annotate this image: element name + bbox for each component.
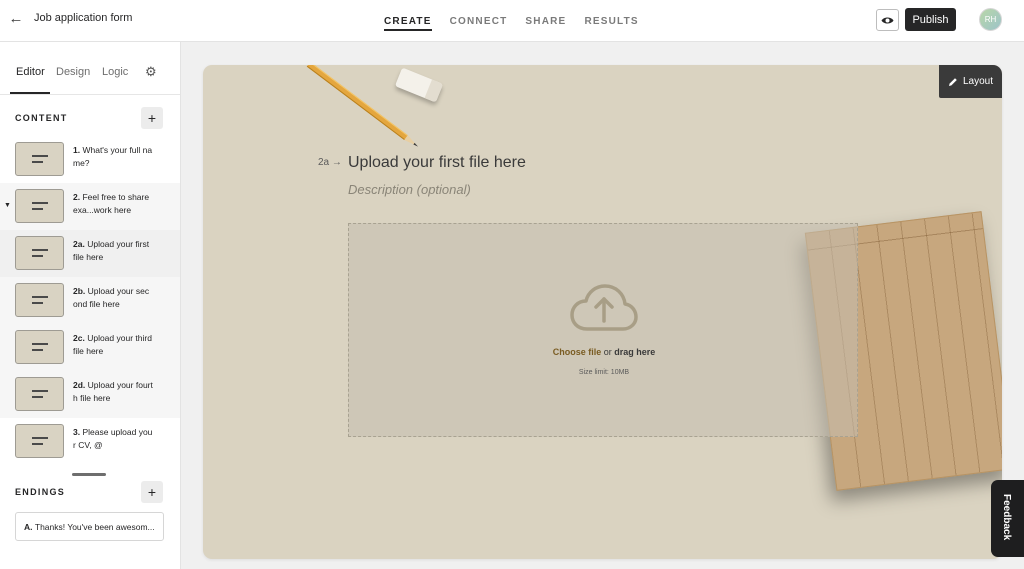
question-number: 2c. <box>73 333 85 343</box>
question-title[interactable]: Upload your first file here <box>348 154 526 172</box>
add-question-button[interactable]: + <box>141 107 163 129</box>
size-limit-text: Size limit: 10MB <box>578 369 630 376</box>
question-text: Upload your fourth file here <box>73 380 153 403</box>
list-item[interactable]: 2c. Upload your third file here <box>0 324 180 371</box>
question-text: Feel free to share exa...work here <box>73 192 150 215</box>
tab-connect[interactable]: CONNECT <box>450 0 508 42</box>
statement-thumbnail-icon <box>15 377 64 411</box>
statement-thumbnail-icon <box>15 142 64 176</box>
eye-icon <box>881 17 894 23</box>
list-scroll-handle[interactable] <box>72 473 106 476</box>
list-item[interactable]: 3. Please upload your CV, @ <box>0 418 180 465</box>
list-item[interactable]: 2a. Upload your first file here <box>0 230 180 277</box>
question-text: Upload your third file here <box>73 333 152 356</box>
list-item[interactable]: 2b. Upload your second file here <box>0 277 180 324</box>
feedback-button[interactable]: Feedback <box>991 480 1024 557</box>
ending-text: Thanks! You've been awesom... <box>34 521 155 532</box>
eraser-decoration <box>394 67 444 103</box>
caret-down-icon[interactable]: ▼ <box>4 202 11 209</box>
add-ending-button[interactable]: + <box>141 481 163 503</box>
main-nav-tabs: CREATE CONNECT SHARE RESULTS <box>384 0 657 42</box>
tab-share[interactable]: SHARE <box>525 0 566 42</box>
question-number: 2b. <box>73 286 86 296</box>
statement-thumbnail-icon <box>15 283 64 317</box>
question-text: What's your full name? <box>73 145 153 168</box>
tab-create[interactable]: CREATE <box>384 0 432 42</box>
layout-button[interactable]: Layout <box>939 65 1002 98</box>
question-reference: 2a → <box>318 157 342 168</box>
top-bar: ← Job application form CREATE CONNECT SH… <box>0 0 1024 42</box>
endings-section-label: ENDINGS <box>15 487 66 497</box>
question-text: Upload your first file here <box>73 239 150 262</box>
question-number: 1. <box>73 145 81 155</box>
ending-item[interactable]: A. Thanks! You've been awesom... <box>15 512 164 541</box>
pencil-icon <box>948 77 957 86</box>
avatar[interactable]: RH <box>979 8 1002 31</box>
file-upload-dropzone[interactable]: Choose file or drag here Size limit: 10M… <box>348 223 858 437</box>
list-item[interactable]: 1. What's your full name? <box>0 136 180 183</box>
question-number: 2d. <box>73 380 86 390</box>
tab-results[interactable]: RESULTS <box>584 0 638 42</box>
statement-thumbnail-icon <box>15 330 64 364</box>
sidebar: Editor Design Logic ⚙ CONTENT + 1. What'… <box>0 42 181 569</box>
list-item[interactable]: 2d. Upload your fourth file here <box>0 371 180 418</box>
statement-thumbnail-icon <box>15 189 64 223</box>
cloud-upload-icon <box>570 284 638 331</box>
question-number: 2a. <box>73 239 85 249</box>
content-section-label: CONTENT <box>15 113 68 123</box>
tab-design[interactable]: Design <box>56 66 90 78</box>
layout-label: Layout <box>962 76 994 87</box>
form-canvas: Layout 2a → Upload your first file here … <box>203 65 1002 559</box>
question-ref-text: 2a <box>318 157 330 168</box>
tab-logic[interactable]: Logic <box>102 66 128 78</box>
question-number: 2. <box>73 192 81 202</box>
list-item[interactable]: ▼ 2. Feel free to share exa...work here <box>0 183 180 230</box>
ending-number: A. <box>24 521 33 532</box>
question-number: 3. <box>73 427 81 437</box>
choose-file-link[interactable]: Choose file <box>553 347 602 357</box>
or-text: or <box>603 347 612 357</box>
arrow-left-icon[interactable]: ← <box>8 10 24 28</box>
active-tab-indicator <box>10 92 50 94</box>
sidebar-tabs: Editor Design Logic ⚙ <box>0 42 180 95</box>
arrow-right-icon: → <box>331 157 342 168</box>
statement-thumbnail-icon <box>15 236 64 270</box>
tab-editor[interactable]: Editor <box>16 66 45 78</box>
upload-instructions: Choose file or drag here <box>349 347 859 357</box>
question-text: Please upload your CV, @ <box>73 427 153 450</box>
question-text: Upload your second file here <box>73 286 150 309</box>
form-title: Job application form <box>34 12 133 24</box>
description-input[interactable]: Description (optional) <box>348 182 471 197</box>
gear-icon[interactable]: ⚙ <box>145 64 157 80</box>
publish-button[interactable]: Publish <box>905 8 956 31</box>
feedback-label: Feedback <box>1001 494 1012 541</box>
drag-here-text: drag here <box>614 347 656 357</box>
preview-button[interactable] <box>876 9 899 31</box>
statement-thumbnail-icon <box>15 424 64 458</box>
